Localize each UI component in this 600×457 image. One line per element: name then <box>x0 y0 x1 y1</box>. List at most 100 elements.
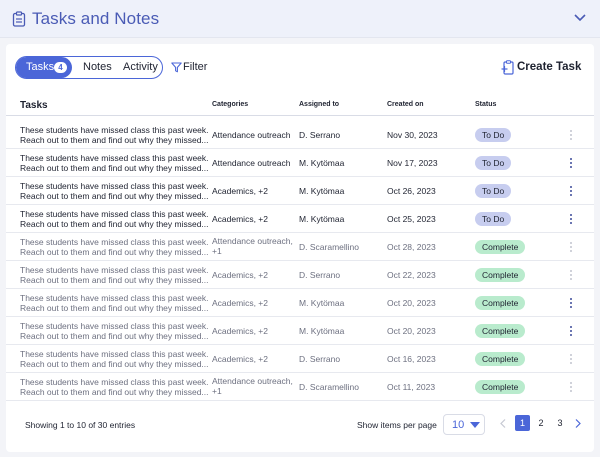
per-page-select[interactable]: 10 <box>443 414 485 435</box>
task-created-date: Oct 11, 2023 <box>387 382 436 392</box>
task-category: Academics, +2 <box>212 186 268 196</box>
more-options-icon[interactable] <box>568 129 574 141</box>
table-row[interactable]: These students have missed class this pa… <box>6 373 594 401</box>
tab-activity[interactable]: Activity <box>123 57 158 78</box>
chevron-down-icon[interactable] <box>574 13 586 23</box>
chevron-right-icon <box>575 419 581 428</box>
tasks-panel: Tasks 4 Notes Activity Filter Create Tas… <box>6 44 594 452</box>
task-category: Attendance outreach, +1 <box>212 376 293 396</box>
column-header-created: Created on <box>387 101 424 108</box>
task-created-date: Oct 16, 2023 <box>387 354 436 364</box>
task-created-date: Oct 20, 2023 <box>387 326 436 336</box>
task-description: These students have missed class this pa… <box>20 209 209 229</box>
column-header-assigned: Assigned to <box>299 101 340 108</box>
tab-notes[interactable]: Notes <box>83 57 112 78</box>
task-description: These students have missed class this pa… <box>20 125 209 145</box>
task-description: These students have missed class this pa… <box>20 377 209 397</box>
task-created-date: Oct 28, 2023 <box>387 242 436 252</box>
filter-icon <box>171 62 182 73</box>
status-badge: To Do <box>475 156 512 170</box>
tab-tasks-label: Tasks <box>26 61 55 73</box>
status-badge: To Do <box>475 128 512 142</box>
more-options-icon[interactable] <box>568 157 574 169</box>
task-category: Academics, +2 <box>212 214 268 224</box>
tab-tasks[interactable]: Tasks 4 <box>16 57 72 78</box>
column-header-categories: Categories <box>212 101 249 108</box>
task-assignee: D. Serrano <box>299 354 341 364</box>
task-assignee: M. Kytömaa <box>299 214 345 224</box>
more-options-icon[interactable] <box>568 325 574 337</box>
task-description: These students have missed class this pa… <box>20 153 209 173</box>
per-page-value: 10 <box>452 419 465 431</box>
next-page-button[interactable] <box>573 415 583 431</box>
task-created-date: Oct 25, 2023 <box>387 214 436 224</box>
task-description: These students have missed class this pa… <box>20 237 209 257</box>
more-options-icon[interactable] <box>568 185 574 197</box>
clipboard-icon <box>12 11 26 27</box>
status-badge: Complete <box>475 268 526 282</box>
task-created-date: Oct 20, 2023 <box>387 298 436 308</box>
more-options-icon[interactable] <box>568 297 574 309</box>
panel-header: Tasks and Notes <box>0 0 600 38</box>
status-badge: Complete <box>475 380 526 394</box>
task-category: Academics, +2 <box>212 270 268 280</box>
status-badge: To Do <box>475 212 512 226</box>
status-badge: Complete <box>475 324 526 338</box>
task-created-date: Oct 22, 2023 <box>387 270 436 280</box>
task-assignee: D. Scaramellino <box>299 242 359 252</box>
create-task-label: Create Task <box>517 61 582 73</box>
more-options-icon[interactable] <box>568 353 574 365</box>
table-row[interactable]: These students have missed class this pa… <box>6 345 594 373</box>
table-row[interactable]: These students have missed class this pa… <box>6 121 594 149</box>
task-category: Attendance outreach <box>212 130 291 140</box>
page-button-1[interactable]: 1 <box>515 415 530 431</box>
status-badge: To Do <box>475 184 512 198</box>
more-options-icon[interactable] <box>568 381 574 393</box>
task-assignee: D. Scaramellino <box>299 382 359 392</box>
page-button-2[interactable]: 2 <box>534 415 548 431</box>
previous-page-button[interactable] <box>498 415 508 431</box>
entries-summary: Showing 1 to 10 of 30 entries <box>25 420 136 430</box>
table-row[interactable]: These students have missed class this pa… <box>6 149 594 177</box>
task-description: These students have missed class this pa… <box>20 265 209 285</box>
task-assignee: M. Kytömaa <box>299 158 345 168</box>
task-assignee: M. Kytömaa <box>299 326 345 336</box>
task-category: Academics, +2 <box>212 298 268 308</box>
task-description: These students have missed class this pa… <box>20 321 209 341</box>
task-assignee: D. Serrano <box>299 130 341 140</box>
task-description: These students have missed class this pa… <box>20 293 209 313</box>
table-row[interactable]: These students have missed class this pa… <box>6 317 594 345</box>
task-category: Attendance outreach <box>212 158 291 168</box>
table-row[interactable]: These students have missed class this pa… <box>6 289 594 317</box>
page-button-3[interactable]: 3 <box>553 415 567 431</box>
table-row[interactable]: These students have missed class this pa… <box>6 205 594 233</box>
task-assignee: M. Kytömaa <box>299 298 345 308</box>
task-created-date: Nov 30, 2023 <box>387 130 438 140</box>
tab-switcher: Tasks 4 Notes Activity <box>15 56 163 79</box>
table-header: Tasks Categories Assigned to Created on … <box>6 96 594 116</box>
column-header-status: Status <box>475 101 497 108</box>
filter-label: Filter <box>183 61 208 73</box>
page-title: Tasks and Notes <box>32 9 160 28</box>
status-badge: Complete <box>475 240 526 254</box>
task-description: These students have missed class this pa… <box>20 349 209 369</box>
chevron-left-icon <box>500 419 506 428</box>
task-assignee: M. Kytömaa <box>299 186 345 196</box>
task-category: Attendance outreach, +1 <box>212 236 293 256</box>
table-row[interactable]: These students have missed class this pa… <box>6 233 594 261</box>
more-options-icon[interactable] <box>568 241 574 253</box>
table-row[interactable]: These students have missed class this pa… <box>6 261 594 289</box>
status-badge: Complete <box>475 352 526 366</box>
more-options-icon[interactable] <box>568 213 574 225</box>
caret-down-icon <box>470 422 480 428</box>
per-page-label: Show items per page <box>357 420 437 430</box>
create-task-button[interactable]: Create Task <box>501 60 582 76</box>
create-task-icon <box>501 60 514 75</box>
status-badge: Complete <box>475 296 526 310</box>
table-row[interactable]: These students have missed class this pa… <box>6 177 594 205</box>
task-created-date: Oct 26, 2023 <box>387 186 436 196</box>
more-options-icon[interactable] <box>568 269 574 281</box>
task-category: Academics, +2 <box>212 354 268 364</box>
tasks-count-badge: 4 <box>54 62 67 73</box>
task-assignee: D. Serrano <box>299 270 341 280</box>
